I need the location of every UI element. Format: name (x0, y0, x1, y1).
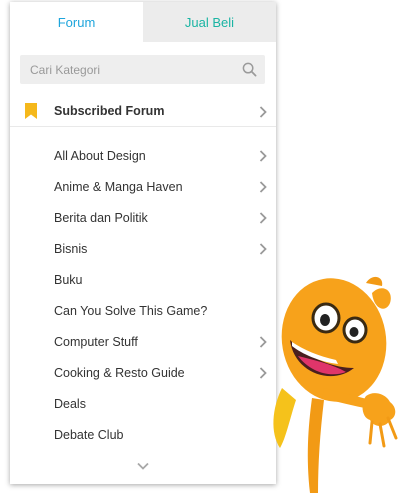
category-label: Berita dan Politik (54, 211, 148, 225)
chevron-right-icon (259, 243, 267, 255)
category-label: Debate Club (54, 428, 124, 442)
category-label: Deals (54, 397, 86, 411)
category-label: Can You Solve This Game? (54, 304, 208, 318)
tab-bar: Forum Jual Beli (10, 2, 276, 42)
chevron-down-icon[interactable] (137, 462, 149, 470)
category-label: Bisnis (54, 242, 88, 256)
search-icon[interactable] (242, 62, 257, 77)
category-item[interactable]: Deals (10, 388, 276, 419)
category-item[interactable]: Cooking & Resto Guide (10, 357, 276, 388)
category-item[interactable]: Anime & Manga Haven (10, 171, 276, 202)
category-item[interactable]: Debate Club (10, 419, 276, 450)
category-item[interactable]: Bisnis (10, 233, 276, 264)
category-label: Cooking & Resto Guide (54, 366, 185, 380)
chevron-right-icon (259, 181, 267, 193)
chevron-right-icon (259, 212, 267, 224)
category-item[interactable]: Berita dan Politik (10, 202, 276, 233)
subscribed-forum-item[interactable]: Subscribed Forum (10, 96, 276, 127)
category-label: Buku (54, 273, 83, 287)
chevron-right-icon (259, 150, 267, 162)
category-panel: Forum Jual Beli Subscribed Forum All Abo… (10, 2, 276, 484)
category-item[interactable]: All About Design (10, 140, 276, 171)
search-box (20, 55, 265, 84)
category-item[interactable]: Computer Stuff (10, 326, 276, 357)
category-label: Anime & Manga Haven (54, 180, 183, 194)
category-item[interactable]: Can You Solve This Game? (10, 295, 276, 326)
category-label: All About Design (54, 149, 146, 163)
subscribed-forum-label: Subscribed Forum (54, 104, 165, 118)
category-list: All About Design Anime & Manga Haven Berit… (10, 140, 276, 450)
tab-jual-beli[interactable]: Jual Beli (143, 2, 276, 42)
bookmark-icon (25, 103, 37, 119)
chevron-right-icon (259, 106, 267, 118)
mascot-illustration (273, 276, 398, 493)
category-label: Computer Stuff (54, 335, 138, 349)
search-input[interactable] (20, 62, 230, 77)
tab-forum[interactable]: Forum (10, 2, 143, 42)
category-item[interactable]: Buku (10, 264, 276, 295)
